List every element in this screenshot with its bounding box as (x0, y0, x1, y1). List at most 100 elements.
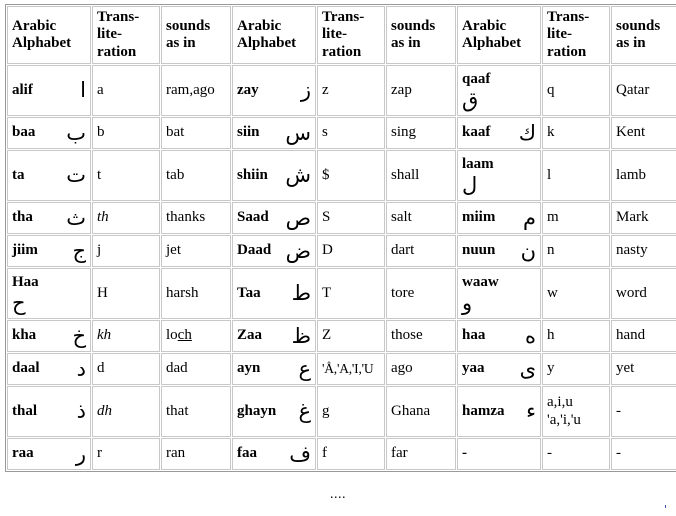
arabic-glyph: ب (66, 120, 86, 145)
letter-cell-content: kaaf ك (462, 122, 536, 144)
sound-value: Kent (616, 124, 646, 141)
letter-cell-Taa: Taa ط (232, 268, 316, 320)
transliteration-cell-ghayn: g (317, 386, 385, 438)
letter-cell-content: ayn ع (237, 358, 311, 380)
letter-cell-waaw: waaw و (457, 268, 541, 320)
transliteration-value: - (547, 445, 552, 462)
letter-name: nuun (462, 242, 496, 259)
transliteration-cell-ta: t (92, 150, 160, 202)
letter-cell-siin: siin س (232, 117, 316, 150)
letter-cell-faa: faa ف (232, 438, 316, 471)
letter-cell-content: nuun ن (462, 240, 536, 262)
letter-name: laam (462, 155, 494, 172)
letter-name: - (462, 445, 467, 462)
arabic-glyph: ق (462, 87, 479, 112)
sound-cell-alif: ram,ago (161, 65, 231, 117)
letter-name: Zaa (237, 327, 263, 344)
arabic-glyph: م (522, 205, 536, 230)
sound-cell-raa: ran (161, 438, 231, 471)
sound-value: sing (391, 124, 417, 141)
letter-name: tha (12, 209, 33, 226)
letter-cell-content: Saad ص (237, 205, 311, 230)
table-row: baa ب b bat siin س s sing kaaf ك k Kent (7, 117, 676, 150)
transliteration-value: f (322, 445, 327, 462)
letter-cell-content: haa ه (462, 325, 536, 347)
letter-cell-hamza: hamza ء (457, 386, 541, 438)
letter-name: Haa (12, 273, 39, 290)
sound-cell-ta: tab (161, 150, 231, 202)
letter-cell-Zaa: Zaa ظ (232, 320, 316, 353)
header-label: Arabic Alphabet (237, 17, 297, 52)
sound-emphasis: ch (177, 327, 192, 344)
transliteration-cell-kha: kh (92, 320, 160, 353)
letter-cell-kaaf: kaaf ك (457, 117, 541, 150)
letter-name: ghayn (237, 402, 277, 419)
letter-name: ayn (237, 360, 261, 377)
arabic-glyph: غ (298, 399, 311, 424)
letter-cell-daal: daal د (7, 353, 91, 386)
letter-cell-Saad: Saad ص (232, 202, 316, 235)
letter-cell-content: baa ب (12, 120, 86, 145)
table-row: thal ذ dh that ghayn غ g Ghana hamza ء a,i,u'a,'i,… (7, 386, 676, 438)
letter-cell-content: ghayn غ (237, 401, 311, 422)
arabic-glyph: ص (285, 205, 311, 230)
transliteration-cell--: - (542, 438, 610, 471)
sound-value: Qatar (616, 81, 650, 98)
sound-cell--: - (611, 438, 676, 471)
header-row: Arabic Alphabet Trans- lite- ration soun… (7, 6, 676, 65)
transliteration-value: dh (97, 402, 112, 419)
transliteration-value: k (547, 124, 555, 141)
table-row: Haa ح Hharsh Taa ط Ttore waaw و w word (7, 268, 676, 320)
sound-value: bat (166, 124, 185, 141)
sound-value: ram,ago (166, 81, 215, 98)
sound-cell-faa: far (386, 438, 456, 471)
letter-cell-alif: alif ا (7, 65, 91, 117)
transliteration-cell-baa: b (92, 117, 160, 150)
arabic-glyph: س (285, 120, 311, 145)
sound-value: ago (391, 360, 413, 377)
transliteration-cell-tha: th (92, 202, 160, 235)
arabic-glyph: ض (285, 238, 311, 263)
sound-value: loch (166, 327, 192, 344)
letter-cell--: - (457, 438, 541, 471)
table-header: Arabic Alphabet Trans- lite- ration soun… (7, 6, 676, 65)
sound-cell-haa: hand (611, 320, 676, 353)
letter-cell-content: Haa ح (12, 274, 86, 314)
letter-name: baa (12, 124, 36, 141)
transliteration-value: a (97, 81, 104, 98)
transliteration-cell-haa: h (542, 320, 610, 353)
letter-cell-jiim: jiim ج (7, 235, 91, 268)
letter-cell-content: waaw و (462, 274, 536, 314)
sound-cell-Haa: harsh (161, 268, 231, 320)
transliteration-value: q (547, 81, 555, 98)
sound-cell-tha: thanks (161, 202, 231, 235)
table-row: kha خ kh loch Zaa ظ Zthose haa ه h hand (7, 320, 676, 353)
transliteration-value: m (547, 209, 559, 226)
letter-cell-shiin: shiin ش (232, 150, 316, 202)
sound-value: ran (166, 445, 186, 462)
transliteration-value: T (322, 284, 332, 301)
corner-mark-icon: ' (664, 503, 668, 516)
transliteration-value: Z (322, 327, 332, 344)
arabic-glyph: د (76, 356, 86, 381)
letter-name: hamza (462, 402, 505, 419)
sound-value: those (391, 327, 423, 344)
transliteration-value: g (322, 402, 330, 419)
transliteration-cell-thal: dh (92, 386, 160, 438)
letter-cell-nuun: nuun ن (457, 235, 541, 268)
sound-value: tab (166, 166, 185, 183)
sound-value: jet (166, 242, 181, 259)
arabic-glyph: ر (75, 441, 86, 466)
letter-cell-content: shiin ش (237, 165, 311, 186)
transliteration-cell-alif: a (92, 65, 160, 117)
arabic-glyph: ظ (291, 323, 311, 348)
letter-cell-content: laam ل (462, 156, 536, 196)
header-arabic-alphabet-1: Arabic Alphabet (7, 6, 91, 65)
transliteration-cell-Saad: S (317, 202, 385, 235)
letter-name: Daad (237, 242, 272, 259)
page-root: Arabic Alphabet Trans- lite- ration soun… (0, 0, 676, 515)
letter-cell-haa: haa ه (457, 320, 541, 353)
sound-cell-hamza: - (611, 386, 676, 438)
sound-cell-qaaf: Qatar (611, 65, 676, 117)
arabic-glyph: ف (289, 441, 311, 466)
